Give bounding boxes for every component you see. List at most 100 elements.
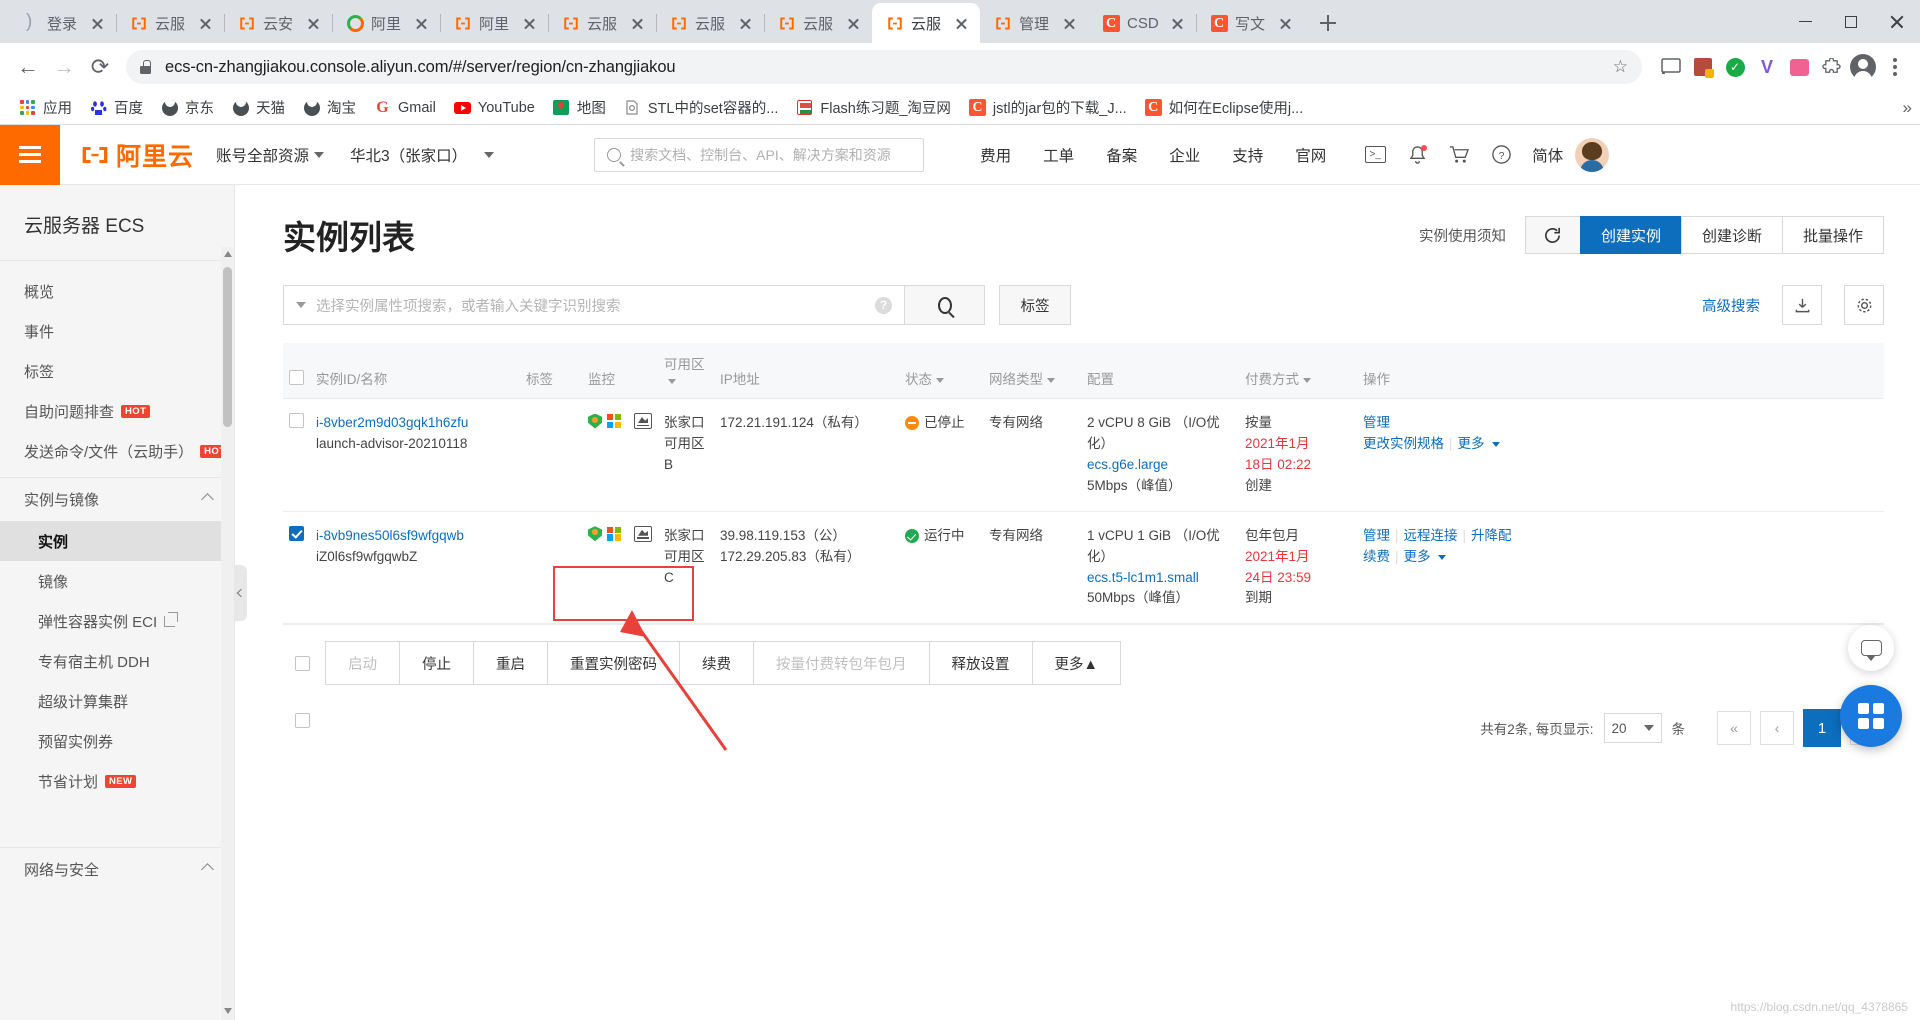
row-checkbox[interactable]: [289, 525, 304, 541]
sidebar-item-images[interactable]: 镜像: [0, 561, 234, 601]
address-bar[interactable]: ecs-cn-zhangjiakou.console.aliyun.com/#/…: [126, 50, 1642, 84]
monitor-chart-icon[interactable]: [634, 525, 652, 542]
scroll-up-icon[interactable]: [224, 251, 232, 257]
bookmark-apps[interactable]: 应用: [10, 95, 81, 121]
bell-icon[interactable]: [1398, 136, 1436, 174]
header-nav-website[interactable]: 官网: [1279, 144, 1342, 166]
sidebar-item-send-command[interactable]: 发送命令/文件（云助手） HOT: [0, 431, 234, 471]
sidebar-item-tags[interactable]: 标签: [0, 351, 234, 391]
back-button[interactable]: ←: [10, 49, 46, 85]
op-more[interactable]: 更多: [1404, 549, 1431, 564]
sidebar-item-events[interactable]: 事件: [0, 311, 234, 351]
scrollbar-thumb[interactable]: [223, 267, 232, 427]
close-icon[interactable]: [521, 15, 538, 32]
op-resize[interactable]: 升降配: [1471, 528, 1512, 543]
browser-tab[interactable]: 云服: [656, 3, 765, 43]
op-manage[interactable]: 管理: [1363, 415, 1390, 430]
windows-icon[interactable]: [607, 414, 621, 428]
browser-tab[interactable]: 云安: [224, 3, 333, 43]
create-diagnosis-button[interactable]: 创建诊断: [1680, 216, 1783, 254]
browser-tab[interactable]: 登录: [8, 3, 117, 43]
refresh-button[interactable]: [1524, 216, 1581, 254]
browser-tab[interactable]: 管理: [980, 3, 1088, 43]
new-tab-button[interactable]: [1312, 7, 1344, 39]
browser-tab-active[interactable]: 云服: [872, 3, 980, 43]
stop-button[interactable]: 停止: [399, 641, 474, 686]
sidebar-item-ddh[interactable]: 专有宿主机 DDH: [0, 641, 234, 681]
cart-icon[interactable]: [1440, 136, 1478, 174]
chat-fab[interactable]: [1848, 625, 1894, 671]
bookmark-taobao[interactable]: 淘宝: [294, 95, 365, 121]
pink-extension-icon[interactable]: [1784, 52, 1814, 82]
row-checkbox[interactable]: [289, 413, 304, 428]
browser-tab[interactable]: 阿里: [332, 3, 441, 43]
instance-search-input[interactable]: 选择实例属性项搜索，或者输入关键字识别搜索 ?: [283, 285, 905, 325]
col-network[interactable]: 网络类型: [983, 343, 1081, 399]
page-size-select[interactable]: 20: [1603, 713, 1662, 744]
close-icon[interactable]: [1061, 15, 1078, 32]
close-icon[interactable]: [737, 15, 754, 32]
chrome-menu-icon[interactable]: [1880, 52, 1910, 82]
op-manage[interactable]: 管理: [1363, 528, 1390, 543]
close-icon[interactable]: [845, 15, 862, 32]
footer-select-checkbox[interactable]: [295, 712, 310, 728]
global-search-input[interactable]: 搜索文档、控制台、API、解决方案和资源: [594, 137, 925, 172]
sidebar-group-instance-image[interactable]: 实例与镜像: [0, 477, 234, 521]
advanced-search-link[interactable]: 高级搜索: [1702, 295, 1760, 316]
browser-tab[interactable]: C 写文: [1196, 3, 1304, 43]
profile-avatar[interactable]: [1848, 52, 1878, 82]
tag-filter-button[interactable]: 标签: [999, 285, 1071, 325]
monitor-chart-icon[interactable]: [634, 413, 652, 429]
windows-icon[interactable]: [607, 526, 621, 541]
chevron-down-icon[interactable]: [296, 302, 306, 308]
security-shield-icon[interactable]: [588, 413, 602, 429]
sidebar-item-savings-plan[interactable]: 节省计划 NEW: [0, 761, 234, 801]
search-button[interactable]: [905, 285, 985, 325]
op-more[interactable]: 更多: [1458, 436, 1485, 451]
toolbar-select-all-checkbox[interactable]: [295, 655, 310, 671]
browser-tab[interactable]: 云服: [764, 3, 872, 43]
select-all-checkbox[interactable]: [289, 370, 304, 385]
language-selector[interactable]: 简体: [1532, 144, 1563, 166]
bookmark-eclipse-j[interactable]: C 如何在Eclipse使用j...: [1136, 95, 1313, 121]
restart-button[interactable]: 重启: [473, 641, 548, 686]
renew-button[interactable]: 续费: [679, 641, 754, 686]
help-icon[interactable]: ?: [1482, 136, 1520, 174]
resource-selector[interactable]: 账号全部资源: [216, 144, 325, 166]
shield-check-icon[interactable]: ✓: [1720, 52, 1750, 82]
bookmark-jstl-jar[interactable]: C jstl的jar包的下载_J...: [960, 95, 1136, 121]
bookmark-tmall[interactable]: 天猫: [223, 95, 294, 121]
sidebar-item-scc[interactable]: 超级计算集群: [0, 681, 234, 721]
sidebar-item-self-troubleshoot[interactable]: 自助问题排查 HOT: [0, 391, 234, 431]
instance-id-link[interactable]: i-8vb9nes50l6sf9wfgqwb: [316, 526, 514, 547]
close-icon[interactable]: [629, 15, 646, 32]
browser-tab[interactable]: C CSD: [1088, 3, 1197, 43]
bookmark-stl-set[interactable]: STL中的set容器的...: [615, 95, 788, 121]
more-actions-button[interactable]: 更多▲: [1031, 641, 1121, 686]
browser-tab[interactable]: 云服: [116, 3, 225, 43]
col-status[interactable]: 状态: [899, 343, 983, 399]
start-button[interactable]: 启动: [325, 641, 400, 686]
minimize-button[interactable]: [1782, 0, 1828, 43]
batch-operations-button[interactable]: 批量操作: [1781, 216, 1884, 254]
sidebar-item-reserved-instance[interactable]: 预留实例券: [0, 721, 234, 761]
puzzle-extensions-icon[interactable]: [1816, 52, 1846, 82]
download-icon[interactable]: [1782, 285, 1822, 325]
extension-icon[interactable]: [1688, 52, 1718, 82]
sidebar-item-overview[interactable]: 概览: [0, 271, 234, 311]
forward-button[interactable]: →: [46, 49, 82, 85]
op-renew[interactable]: 续费: [1363, 549, 1390, 564]
sidebar-scrollbar[interactable]: [221, 247, 234, 1020]
bookmarks-overflow-icon[interactable]: »: [1903, 98, 1912, 118]
header-nav-icp[interactable]: 备案: [1090, 144, 1153, 166]
header-nav-support[interactable]: 支持: [1216, 144, 1279, 166]
apps-fab[interactable]: [1840, 685, 1902, 747]
sidebar-collapse-handle[interactable]: [234, 565, 247, 621]
sidebar-group-network-security[interactable]: 网络与安全: [0, 847, 234, 891]
bookmark-jd[interactable]: 京东: [152, 95, 223, 121]
instance-notice-link[interactable]: 实例使用须知: [1419, 225, 1506, 246]
browser-tab[interactable]: 云服: [548, 3, 657, 43]
bookmark-youtube[interactable]: YouTube: [445, 95, 544, 121]
aliyun-logo[interactable]: 阿里云: [80, 137, 194, 173]
op-change-spec[interactable]: 更改实例规格: [1363, 436, 1444, 451]
